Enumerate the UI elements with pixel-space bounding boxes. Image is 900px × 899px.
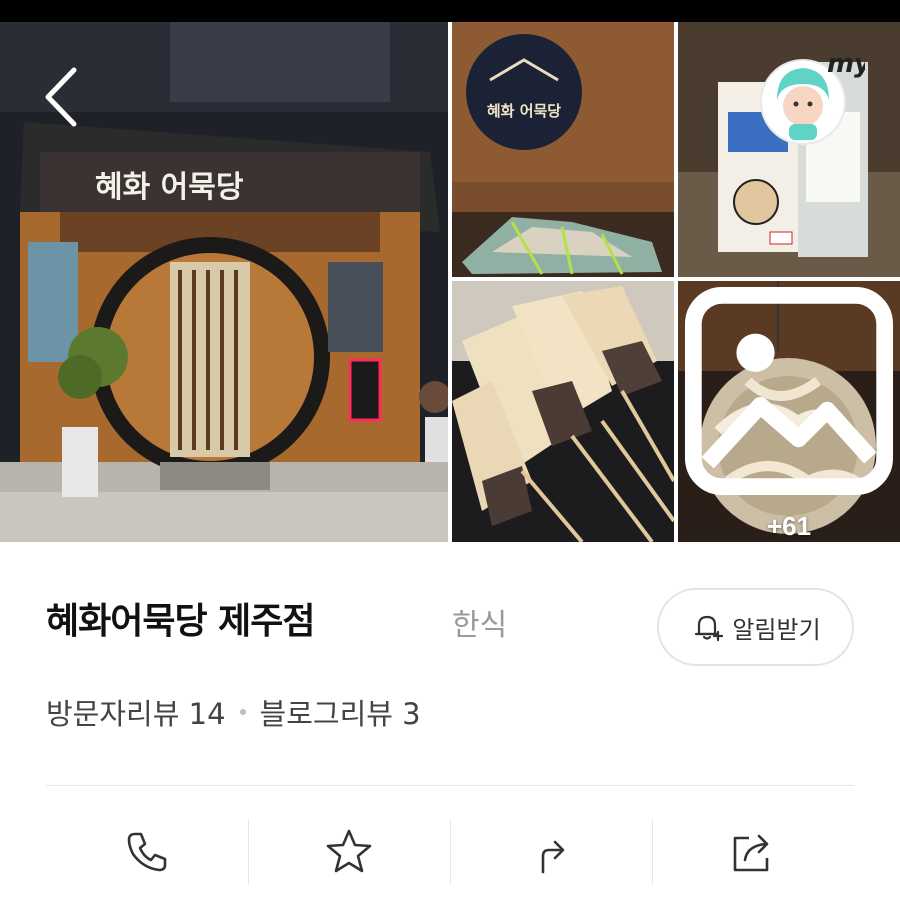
avatar-icon: my bbox=[760, 49, 872, 145]
image-icon bbox=[684, 286, 894, 496]
my-profile-badge[interactable]: my bbox=[755, 40, 872, 150]
review-separator bbox=[239, 709, 246, 715]
review-summary: 방문자리뷰 14 블로그리뷰 3 bbox=[46, 692, 421, 732]
bell-plus-icon bbox=[695, 615, 724, 642]
sign-image: 혜화 어묵당 bbox=[452, 22, 674, 277]
skewers-image bbox=[452, 281, 674, 542]
photo-sign[interactable]: 혜화 어묵당 bbox=[452, 22, 674, 277]
action-bar bbox=[46, 820, 854, 884]
sign-logo-text: 혜화 어묵당 bbox=[487, 102, 561, 120]
call-button[interactable] bbox=[46, 820, 248, 884]
photo-gallery[interactable]: 혜화 어묵당 혜화 어묵당 +61 m bbox=[0, 22, 900, 542]
notify-button[interactable]: 알림받기 bbox=[657, 588, 854, 666]
blog-review-link[interactable]: 블로그리뷰 3 bbox=[260, 691, 421, 733]
directions-button[interactable] bbox=[450, 820, 652, 884]
share-button[interactable] bbox=[652, 820, 854, 884]
back-button[interactable] bbox=[38, 62, 88, 132]
share-icon bbox=[733, 834, 769, 872]
storefront-sign-text: 혜화 어묵당 bbox=[95, 170, 244, 205]
place-name: 혜화어묵당 제주점 bbox=[46, 601, 315, 642]
more-photos-overlay[interactable]: +61 bbox=[678, 281, 900, 542]
visitor-review-link[interactable]: 방문자리뷰 14 bbox=[46, 691, 226, 733]
my-badge-label: my bbox=[827, 49, 865, 79]
photo-skewers[interactable] bbox=[452, 281, 674, 542]
save-button[interactable] bbox=[248, 820, 450, 884]
photo-more[interactable]: +61 bbox=[678, 281, 900, 542]
notify-label: 알림받기 bbox=[732, 615, 821, 644]
more-photos-count: +61 bbox=[766, 511, 812, 541]
divider bbox=[46, 785, 854, 786]
status-bar bbox=[0, 0, 900, 22]
phone-icon bbox=[127, 832, 167, 872]
place-category: 한식 bbox=[452, 608, 508, 643]
directions-icon bbox=[541, 840, 565, 874]
star-icon bbox=[326, 829, 372, 873]
place-info-panel: 혜화어묵당 제주점 한식 알림받기 방문자리뷰 14 블로그리뷰 3 bbox=[0, 542, 900, 899]
chevron-left-icon bbox=[45, 67, 77, 127]
